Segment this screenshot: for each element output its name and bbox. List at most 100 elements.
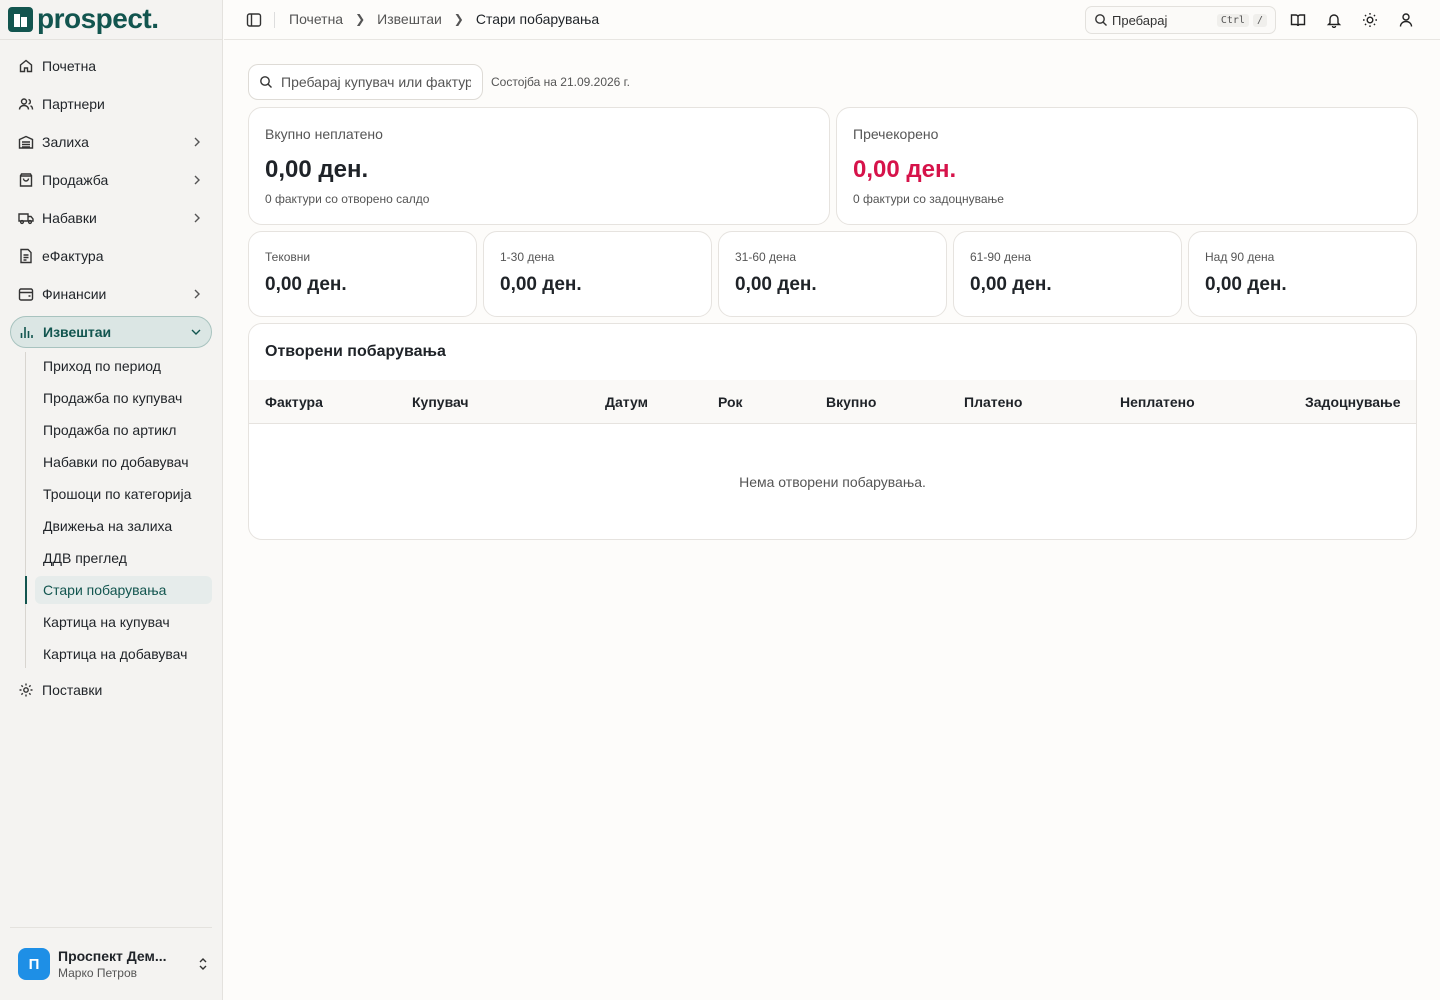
aging-card-1-30: 1-30 дена 0,00 ден. (483, 231, 712, 317)
customer-invoice-search-input[interactable] (281, 74, 471, 90)
open-receivables-table: Отворени побарувања Фактура Купувач Дату… (248, 323, 1417, 540)
sidebar-item-inventory[interactable]: Залиха (10, 126, 212, 158)
aging-title: 61-90 дена (970, 250, 1032, 264)
sidebar-item-label: Поставки (42, 682, 103, 698)
card-title: Пречекорено (853, 126, 939, 142)
sub-item-stock-movements[interactable]: Движења на залиха (35, 512, 212, 540)
gear-icon (18, 682, 34, 698)
account-text: Проспект Дем... Марко Петров (58, 947, 196, 981)
sub-item-supplier-card[interactable]: Картица на добавувач (35, 640, 212, 668)
column-header-unpaid[interactable]: Неплатено (1120, 394, 1195, 410)
reports-submenu: Приход по период Продажба по купувач Про… (25, 352, 212, 668)
sidebar-item-label: Залиха (42, 134, 89, 150)
column-header-total[interactable]: Вкупно (826, 394, 876, 410)
column-header-customer[interactable]: Купувач (412, 394, 469, 410)
book-open-icon[interactable] (1290, 12, 1306, 28)
bell-icon[interactable] (1326, 12, 1342, 28)
sidebar-item-partners[interactable]: Партнери (10, 88, 212, 120)
account-switcher[interactable]: П Проспект Дем... Марко Петров (18, 946, 210, 982)
bar-chart-icon (19, 324, 35, 340)
logo-mark (8, 6, 33, 32)
aging-title: Тековни (265, 250, 311, 264)
logo[interactable]: prospect. (8, 4, 159, 34)
avatar: П (18, 948, 50, 980)
sub-item-expenses-by-category[interactable]: Трошоци по категорија (35, 480, 212, 508)
sub-item-vat-overview[interactable]: ДДВ преглед (35, 544, 212, 572)
breadcrumb: Почетна ❯ Извештаи ❯ Стари побарувања (289, 11, 599, 27)
user-icon[interactable] (1398, 12, 1414, 28)
aging-card-61-90: 61-90 дена 0,00 ден. (953, 231, 1182, 317)
sidebar: prospect. Почетна Партнери Залиха Продаж… (0, 0, 223, 1000)
sub-item-aged-receivables[interactable]: Стари побарувања (25, 576, 212, 604)
sub-item-purchases-by-supplier[interactable]: Набавки по добавувач (35, 448, 212, 476)
sun-icon[interactable] (1362, 12, 1378, 28)
aging-value: 0,00 ден. (970, 274, 1052, 295)
overdue-card: Пречекорено 0,00 ден. 0 фактури со задоц… (836, 107, 1418, 225)
column-header-invoice[interactable]: Фактура (265, 394, 323, 410)
card-value: 0,00 ден. (853, 156, 957, 183)
sidebar-item-purchases[interactable]: Набавки (10, 202, 212, 234)
sub-item-income-by-period[interactable]: Приход по период (35, 352, 212, 380)
breadcrumb-home[interactable]: Почетна (289, 11, 343, 27)
account-company: Проспект Дем... (58, 948, 167, 964)
sidebar-item-label: Почетна (42, 58, 97, 74)
chevron-right-icon (194, 175, 200, 185)
sidebar-nav: Почетна Партнери Залиха Продажба Набавки… (10, 50, 212, 712)
column-header-due[interactable]: Рок (718, 394, 743, 410)
total-unpaid-card: Вкупно неплатено 0,00 ден. 0 фактури со … (248, 107, 830, 225)
card-subtitle: 0 фактури со задоцнување (853, 192, 1004, 206)
breadcrumb-reports[interactable]: Извештаи (377, 11, 442, 27)
sidebar-item-finance[interactable]: Финансии (10, 278, 212, 310)
aging-value: 0,00 ден. (500, 274, 582, 295)
table-header: Фактура Купувач Датум Рок Вкупно Платено… (249, 380, 1416, 424)
logo-text: prospect. (37, 3, 159, 34)
sidebar-item-einvoice[interactable]: еФактура (10, 240, 212, 272)
sidebar-item-label: Финансии (42, 286, 107, 302)
aging-title: 1-30 дена (500, 250, 555, 264)
sidebar-toggle-icon[interactable] (246, 12, 262, 28)
sub-item-sales-by-article[interactable]: Продажба по артикл (35, 416, 212, 444)
topbar: Почетна ❯ Извештаи ❯ Стари побарувања Пр… (224, 0, 1440, 40)
column-header-date[interactable]: Датум (605, 394, 648, 410)
chevron-down-icon (191, 329, 201, 335)
kbd-slash: / (1252, 13, 1267, 27)
account-user: Марко Петров (58, 966, 137, 980)
sidebar-item-label: Извештаи (43, 324, 112, 340)
global-search[interactable]: Пребарај Ctrl / (1085, 6, 1276, 34)
sidebar-item-label: Партнери (42, 96, 105, 112)
aging-card-over-90: Над 90 дена 0,00 ден. (1188, 231, 1417, 317)
aging-value: 0,00 ден. (265, 274, 347, 295)
empty-state: Нема отворени побарувања. (739, 474, 926, 490)
search-icon (260, 76, 272, 88)
sidebar-item-settings[interactable]: Поставки (10, 674, 212, 706)
sub-item-sales-by-customer[interactable]: Продажба по купувач (35, 384, 212, 412)
warehouse-icon (18, 134, 34, 150)
chevron-right-icon (194, 137, 200, 147)
wallet-icon (18, 286, 34, 302)
topbar-divider (274, 12, 275, 28)
sidebar-item-reports[interactable]: Извештаи (10, 316, 212, 348)
home-icon (18, 58, 34, 74)
aging-value: 0,00 ден. (735, 274, 817, 295)
breadcrumb-current: Стари побарувања (475, 11, 600, 27)
aging-title: Над 90 дена (1205, 250, 1275, 264)
as-of-date: Состојба на 21.09.2026 г. (491, 75, 630, 89)
sidebar-footer-divider (10, 927, 212, 928)
column-header-overdue[interactable]: Задоцнување (1305, 394, 1401, 410)
card-subtitle: 0 фактури со отворено салдо (265, 192, 430, 206)
search-icon (1095, 14, 1107, 26)
sidebar-item-sales[interactable]: Продажба (10, 164, 212, 196)
sub-item-customer-card[interactable]: Картица на купувач (35, 608, 212, 636)
file-text-icon (18, 248, 34, 264)
sidebar-item-label: Продажба (42, 172, 109, 188)
breadcrumb-chevron-icon: ❯ (453, 12, 464, 26)
aging-title: 31-60 дена (735, 250, 797, 264)
sidebar-item-home[interactable]: Почетна (10, 50, 212, 82)
customer-invoice-search[interactable] (248, 64, 483, 100)
shopping-bag-icon (18, 172, 34, 188)
breadcrumb-chevron-icon: ❯ (355, 12, 366, 26)
column-header-paid[interactable]: Платено (964, 394, 1022, 410)
sidebar-item-label: Набавки (42, 210, 97, 226)
kbd-ctrl: Ctrl (1216, 13, 1249, 27)
chevron-right-icon (194, 289, 200, 299)
